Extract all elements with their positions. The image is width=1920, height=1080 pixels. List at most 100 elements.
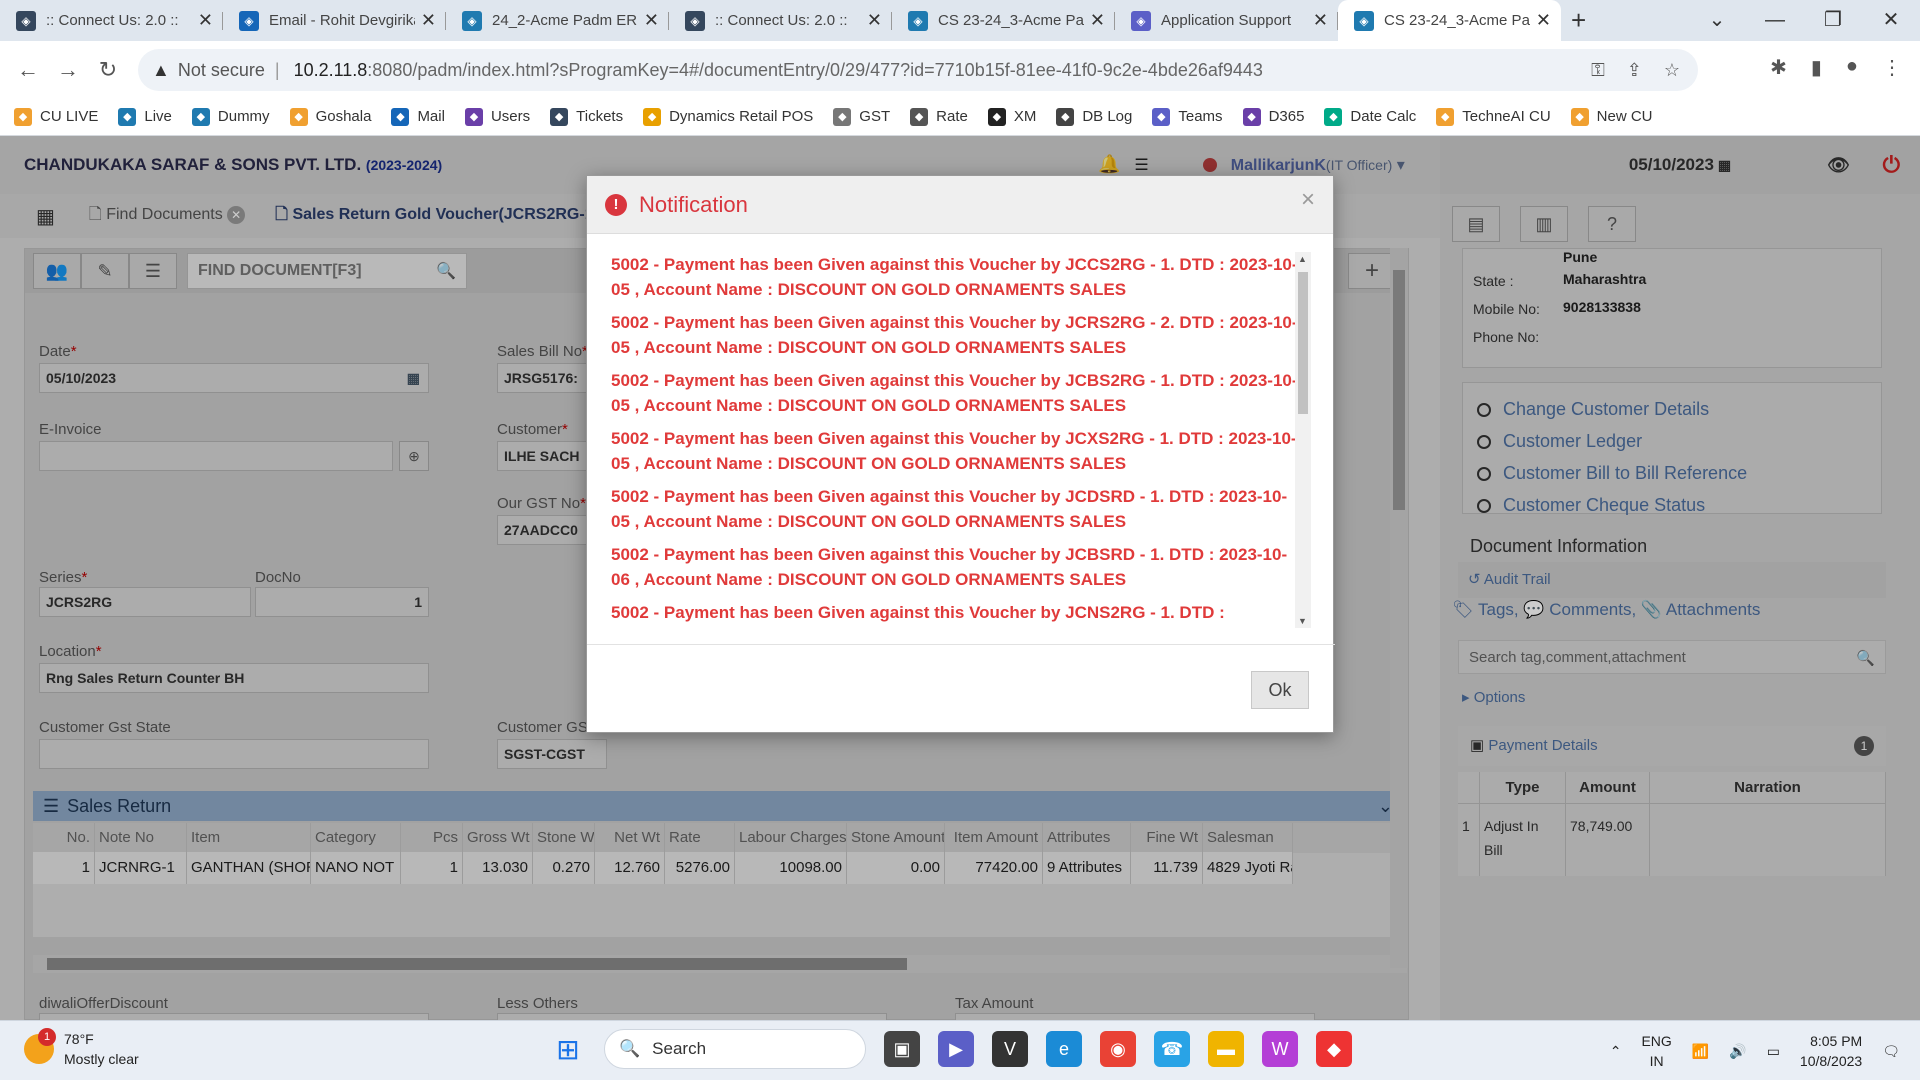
- wifi-icon[interactable]: 📶: [1692, 1043, 1709, 1060]
- bookmark-icon: ◆: [14, 107, 32, 126]
- favicon-icon: ◈: [1131, 10, 1151, 31]
- bookmark-icon: ◆: [1436, 107, 1455, 126]
- bookmark-item[interactable]: ◆ XM: [987, 107, 1036, 126]
- favicon-icon: ◈: [1354, 10, 1374, 31]
- browser-tab[interactable]: ◈:: Connect Us: 2.0 :: ✕: [0, 0, 223, 41]
- bookmark-item[interactable]: ◆ Teams: [1152, 107, 1223, 126]
- bookmark-icon: ◆: [1242, 107, 1261, 126]
- notification-message: 5002 - Payment has been Given against th…: [611, 487, 1288, 531]
- reload-icon[interactable]: ↻: [88, 57, 128, 83]
- bookmark-icon: ◆: [910, 107, 929, 126]
- star-icon[interactable]: ☆: [1664, 60, 1680, 81]
- bookmark-item[interactable]: ◆ Dynamics Retail POS: [643, 107, 813, 126]
- browser-tab[interactable]: ◈ CS 23-24_3-Acme Pad ✕: [892, 0, 1115, 41]
- bookmark-item[interactable]: ◆ Rate: [910, 107, 968, 126]
- bookmark-icon: ◆: [987, 107, 1006, 126]
- window-controls: ⌄ — ❐ ✕: [1688, 0, 1920, 41]
- bookmark-item[interactable]: ◆ Goshala: [289, 107, 371, 126]
- task-view-icon[interactable]: ▣: [884, 1031, 920, 1067]
- bookmark-icon: ◆: [191, 107, 210, 126]
- search-icon: 🔍: [619, 1039, 641, 1058]
- bookmark-item[interactable]: ◆ DB Log: [1056, 107, 1132, 126]
- message-list: 5002 - Payment has been Given against th…: [611, 252, 1299, 628]
- close-tab-icon[interactable]: ✕: [867, 10, 882, 31]
- extensions-icon[interactable]: ✱: [1770, 55, 1787, 80]
- browser-tab[interactable]: ◈ Email - Rohit Devgirikar ✕: [223, 0, 446, 41]
- forward-icon[interactable]: →: [48, 57, 88, 83]
- favicon-icon: ◈: [462, 10, 482, 31]
- favicon-icon: ◈: [239, 10, 259, 31]
- browser-tab[interactable]: ◈ 24_2-Acme Padm ERP ✕: [446, 0, 669, 41]
- back-icon[interactable]: ←: [8, 57, 48, 83]
- scroll-down-icon: ▼: [1298, 616, 1307, 626]
- bookmark-item[interactable]: ◆ TechneAI CU: [1436, 107, 1551, 126]
- clock[interactable]: 8:05 PM 10/8/2023: [1800, 1031, 1862, 1071]
- close-tab-icon[interactable]: ✕: [644, 10, 659, 31]
- app-icon[interactable]: W: [1262, 1031, 1298, 1067]
- bookmark-item[interactable]: ◆ D365: [1242, 107, 1304, 126]
- browser-tab[interactable]: ◈ Application Support ✕: [1115, 0, 1338, 41]
- notification-message: 5002 - Payment has been Given against th…: [611, 545, 1288, 589]
- teams-icon[interactable]: ▶: [938, 1031, 974, 1067]
- url-host: 10.2.11.8: [293, 59, 368, 80]
- close-tab-icon[interactable]: ✕: [421, 10, 436, 31]
- favicon-icon: ◈: [908, 10, 928, 31]
- bookmark-item[interactable]: ◆ Tickets: [550, 107, 623, 126]
- chevron-up-icon[interactable]: ⌃: [1610, 1043, 1622, 1060]
- new-tab-button[interactable]: +: [1571, 0, 1586, 41]
- taskbar-search[interactable]: 🔍 Search: [604, 1029, 866, 1069]
- bookmark-item[interactable]: ◆ Date Calc: [1324, 107, 1416, 126]
- sidepanel-icon[interactable]: ▮: [1811, 55, 1822, 80]
- browser-tab-strip: ◈:: Connect Us: 2.0 :: ✕ ◈ Email - Rohit De…: [0, 0, 1920, 41]
- bookmark-item[interactable]: ◆ New CU: [1570, 107, 1653, 126]
- bookmark-icon: ◆: [118, 107, 137, 126]
- key-icon[interactable]: ⚿: [1591, 60, 1605, 81]
- not-secure-label: Not secure: [177, 59, 265, 80]
- telephone-icon[interactable]: ☎: [1154, 1031, 1190, 1067]
- notification-dialog: ! Notification × 5002 - Payment has been…: [586, 175, 1335, 733]
- close-tab-icon[interactable]: ✕: [1090, 10, 1105, 31]
- profile-icon[interactable]: ●: [1846, 55, 1858, 80]
- ok-button[interactable]: Ok: [1251, 671, 1309, 709]
- close-tab-icon[interactable]: ✕: [198, 10, 213, 31]
- notifications-icon[interactable]: 🗨: [1882, 1043, 1900, 1060]
- notification-message: 5002 - Payment has been Given against th…: [611, 603, 1225, 622]
- bookmark-icon: ◆: [643, 107, 662, 126]
- bookmark-item[interactable]: ◆ Mail: [391, 107, 445, 126]
- anydesk-icon[interactable]: ◆: [1316, 1031, 1352, 1067]
- bookmark-item[interactable]: ◆ Users: [464, 107, 530, 126]
- start-icon[interactable]: ⊞: [550, 1031, 586, 1067]
- weather-widget[interactable]: 1 78°F Mostly clear: [24, 1028, 139, 1069]
- menu-icon[interactable]: ⋮: [1882, 55, 1902, 80]
- url-bar[interactable]: ▲ Not secure | 10.2.11.8:8080/padm/index…: [138, 49, 1698, 91]
- notification-badge: 1: [38, 1028, 56, 1046]
- edge-icon[interactable]: e: [1046, 1031, 1082, 1067]
- restore-button[interactable]: ❐: [1804, 0, 1862, 41]
- minimize-button[interactable]: —: [1746, 0, 1804, 41]
- favicon-icon: ◈: [685, 10, 705, 31]
- vnc-icon[interactable]: V: [992, 1031, 1028, 1067]
- bookmark-item[interactable]: ◆ Dummy: [191, 107, 270, 126]
- notification-message: 5002 - Payment has been Given against th…: [611, 371, 1298, 415]
- browser-tab[interactable]: ◈:: Connect Us: 2.0 :: ✕: [669, 0, 892, 41]
- battery-icon[interactable]: ▭: [1767, 1043, 1780, 1060]
- bookmark-icon: ◆: [833, 107, 852, 126]
- bookmark-item[interactable]: ◆ Live: [118, 107, 172, 126]
- chrome-icon[interactable]: ◉: [1100, 1031, 1136, 1067]
- favicon-icon: ◈: [16, 10, 36, 31]
- language-indicator[interactable]: ENG IN: [1641, 1031, 1671, 1071]
- notification-message: 5002 - Payment has been Given against th…: [611, 429, 1297, 473]
- tab-search-icon[interactable]: ⌄: [1688, 0, 1746, 41]
- browser-tab[interactable]: ◈ CS 23-24_3-Acme Pa ✕: [1338, 0, 1561, 41]
- close-window-button[interactable]: ✕: [1862, 0, 1920, 41]
- bookmark-item[interactable]: ◆ CU LIVE: [14, 107, 98, 126]
- close-tab-icon[interactable]: ✕: [1536, 10, 1551, 31]
- file-explorer-icon[interactable]: ▬: [1208, 1031, 1244, 1067]
- bookmark-icon: ◆: [464, 107, 483, 126]
- close-icon[interactable]: ×: [1301, 186, 1315, 214]
- close-tab-icon[interactable]: ✕: [1313, 10, 1328, 31]
- volume-icon[interactable]: 🔊: [1729, 1043, 1746, 1060]
- dialog-scrollbar[interactable]: ▲ ▼: [1295, 252, 1311, 628]
- share-icon[interactable]: ⇪: [1627, 60, 1642, 81]
- bookmark-item[interactable]: ◆ GST: [833, 107, 890, 126]
